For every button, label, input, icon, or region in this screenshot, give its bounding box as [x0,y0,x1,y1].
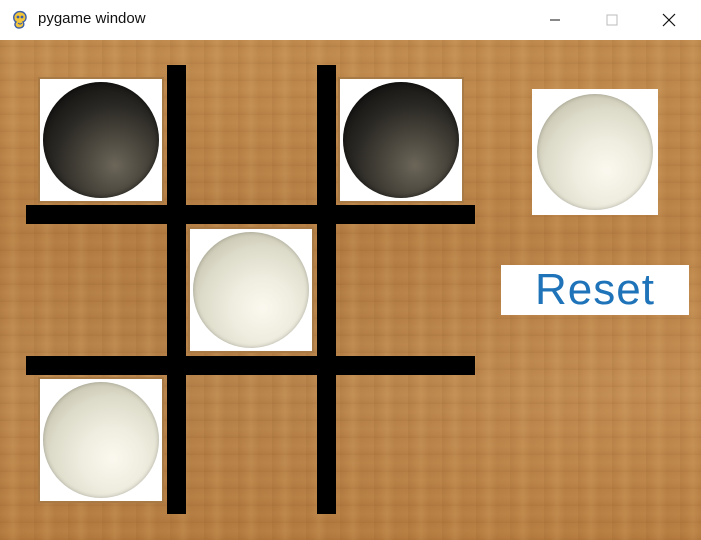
game-canvas: Reset [0,40,701,540]
reset-button[interactable]: Reset [501,265,689,315]
white-piece-tile [38,377,164,503]
board-cell-2-1[interactable] [178,367,324,513]
white-piece-tile [188,227,314,353]
board-cell-0-2[interactable] [328,67,474,213]
board-cell-1-2[interactable] [328,217,474,363]
board-cell-0-0[interactable] [28,67,174,213]
black-ball [43,82,159,198]
minimize-button[interactable] [532,0,578,40]
white-ball [193,232,309,348]
board-cell-1-0[interactable] [28,217,174,363]
white-ball [537,94,653,210]
title-bar[interactable]: pygame window [0,0,701,41]
black-piece-tile [338,77,464,203]
black-piece-tile [38,77,164,203]
board-cell-2-2[interactable] [328,367,474,513]
minimize-icon [550,19,560,21]
white-ball [43,382,159,498]
board-cell-2-0[interactable] [28,367,174,513]
reset-button-label: Reset [535,265,655,314]
board-cell-0-1[interactable] [178,67,324,213]
pygame-snake-icon [13,10,27,29]
maximize-button[interactable] [589,0,635,40]
current-turn-indicator [532,89,658,215]
window-title: pygame window [38,10,146,27]
close-icon [662,13,676,27]
pygame-window: pygame window Reset [0,0,701,540]
maximize-icon [606,14,618,26]
board-cell-1-1[interactable] [178,217,324,363]
close-button[interactable] [646,0,692,40]
black-ball [343,82,459,198]
